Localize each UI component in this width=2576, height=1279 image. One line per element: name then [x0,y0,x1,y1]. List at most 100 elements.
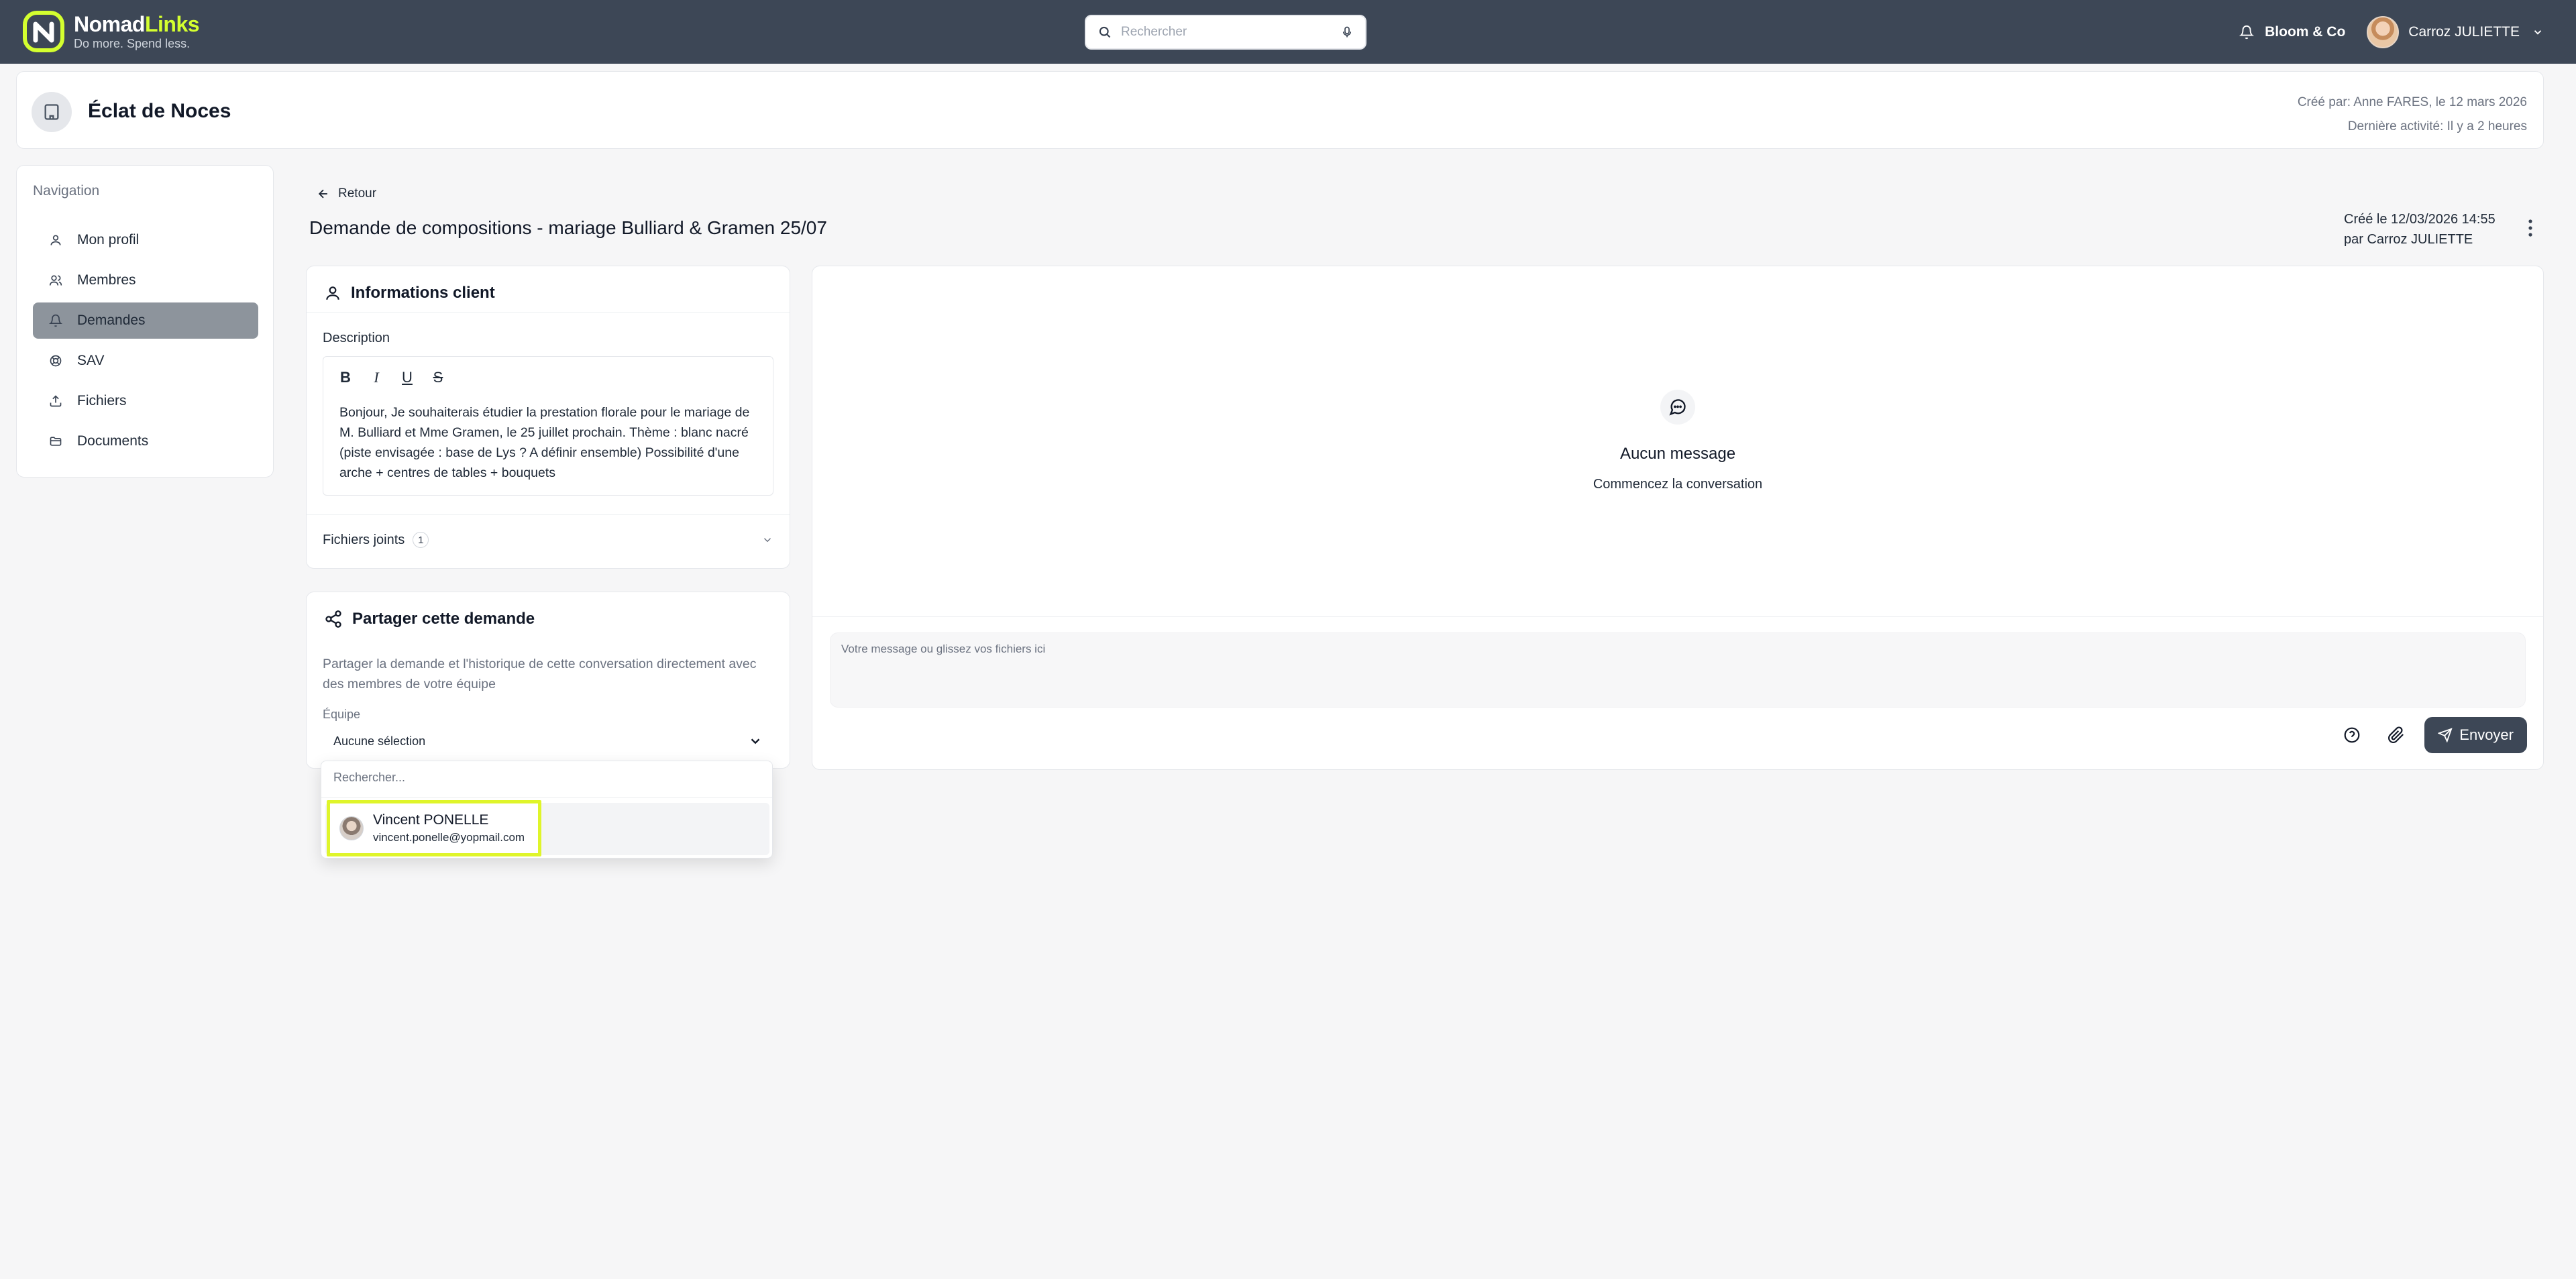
notification-bell-icon[interactable] [2239,24,2255,40]
team-dropdown: Vincent PONELLE vincent.ponelle@yopmail.… [321,761,773,858]
message-input[interactable] [830,633,2525,707]
send-button[interactable]: Envoyer [2424,717,2527,753]
sidebar-item-requests[interactable]: Demandes [33,302,258,339]
last-activity-text: Dernière activité: Il y a 2 heures [2347,119,2527,133]
brand-logo[interactable]: NomadLinks Do more. Spend less. [23,11,200,52]
brand-name: NomadLinks [74,12,200,36]
attachments-toggle[interactable]: Fichiers joints 1 [323,532,773,548]
user-icon [50,235,61,245]
client-info-title: Informations client [351,284,495,302]
top-bar: NomadLinks Do more. Spend less. Bloom & … [0,0,2576,64]
description-editor[interactable]: B I U S Bonjour, Je souhaiterais étudier… [323,356,773,496]
dropdown-search-input[interactable] [333,771,763,785]
top-right-area: Bloom & Co Carroz JULIETTE [2239,15,2544,50]
created-by-text: Créé par: Anne FARES, le 12 mars 2026 [2297,95,2527,109]
team-select-value: Aucune sélection [333,734,426,748]
company-meta: Créé par: Anne FARES, le 12 mars 2026 De… [2298,91,2527,139]
sidebar-item-label: Fichiers [77,393,127,408]
paperclip-icon [2388,726,2404,743]
message-circle-icon [1660,390,1695,425]
company-header: Éclat de Noces Créé par: Anne FARES, le … [16,71,2544,149]
more-vertical-icon[interactable] [2524,219,2537,237]
sidebar-item-label: Documents [77,433,149,449]
member-email: vincent.ponelle@yopmail.com [373,831,525,844]
sidebar-title: Navigation [33,183,100,199]
company-name: Éclat de Noces [88,100,231,122]
send-label: Envoyer [2459,726,2514,743]
sidebar: Navigation Mon profil Membres Demandes S… [16,165,274,478]
empty-state-title: Aucun message [1619,445,1736,463]
client-info-card: Informations client Description B I U S … [306,266,790,569]
bold-button[interactable]: B [337,369,354,386]
conversation-panel: Aucun message Commencez la conversation … [812,266,2544,770]
back-label: Retour [338,186,377,201]
user-menu[interactable]: Carroz JULIETTE [2367,16,2544,48]
share-description: Partager la demande et l'historique de c… [323,657,757,691]
sidebar-item-documents[interactable]: Documents [33,423,258,459]
chevron-down-icon [751,738,760,744]
member-avatar [339,816,364,840]
created-date: Créé le 12/03/2026 14:55 [2344,212,2496,227]
team-select[interactable]: Aucune sélection [323,726,773,756]
sidebar-item-files[interactable]: Fichiers [33,383,258,419]
help-circle-icon [2344,727,2360,743]
divider [307,514,790,515]
bell-icon [49,314,62,327]
sidebar-item-sav[interactable]: SAV [33,343,258,379]
lifebuoy-icon [50,355,62,367]
empty-state-subtitle: Commencez la conversation [1593,477,1763,492]
building-icon [32,92,72,132]
divider [307,312,790,313]
sidebar-nav: Mon profil Membres Demandes SAV Fichiers… [33,222,258,463]
sidebar-item-members[interactable]: Membres [33,262,258,298]
sidebar-item-label: Mon profil [77,232,140,247]
sidebar-item-label: Membres [77,272,136,288]
attachments-label: Fichiers joints [323,532,405,547]
microphone-icon[interactable] [1341,25,1353,40]
description-text[interactable]: Bonjour, Je souhaiterais étudier la pres… [339,402,755,483]
brand-text: NomadLinks Do more. Spend less. [74,12,200,50]
brand-tagline: Do more. Spend less. [74,37,191,50]
chevron-down-icon [2534,30,2542,35]
back-link[interactable]: Retour [317,186,376,201]
request-title: Demande de compositions - mariage Bullia… [309,217,827,238]
chevron-down-icon [763,538,771,543]
description-label: Description [323,331,390,345]
divider [321,797,772,798]
request-created-info: Créé le 12/03/2026 14:55 par Carroz JULI… [2344,209,2496,249]
share-icon [325,610,341,628]
sidebar-item-profile[interactable]: Mon profil [33,222,258,258]
option-highlight[interactable]: Vincent PONELLE vincent.ponelle@yopmail.… [327,800,541,856]
organization-switcher[interactable]: Bloom & Co [2239,24,2345,40]
organization-name: Bloom & Co [2265,24,2346,40]
user-avatar [2367,16,2400,48]
search-icon [1099,26,1111,38]
sidebar-item-label: SAV [77,353,105,368]
help-button[interactable] [2336,719,2368,751]
global-search[interactable] [1085,15,1366,50]
attachments-count-badge: 1 [413,532,429,548]
dropdown-option[interactable]: Vincent PONELLE vincent.ponelle@yopmail.… [325,800,769,856]
team-label: Équipe [323,708,361,721]
attach-file-button[interactable] [2380,719,2412,751]
user-name: Carroz JULIETTE [2408,24,2520,40]
composer-actions: Envoyer [2336,717,2527,753]
italic-button[interactable]: I [368,369,385,386]
option-text: Vincent PONELLE vincent.ponelle@yopmail.… [373,812,525,844]
strikethrough-button[interactable]: S [429,369,447,386]
share-heading: Partager cette demande [324,610,535,628]
share-request-card: Partager cette demande Partager la deman… [306,592,790,769]
search-input[interactable] [1121,25,1341,40]
client-info-heading: Informations client [324,284,495,302]
send-icon [2438,728,2453,742]
underline-button[interactable]: U [398,369,416,386]
arrow-left-icon [318,189,327,199]
divider [812,616,2543,617]
message-composer[interactable] [830,632,2526,708]
users-icon [49,275,62,286]
share-title: Partager cette demande [352,610,535,628]
user-icon [326,286,339,300]
member-name: Vincent PONELLE [373,812,489,828]
upload-icon [50,395,62,407]
nomadlinks-logo-icon [23,11,64,52]
